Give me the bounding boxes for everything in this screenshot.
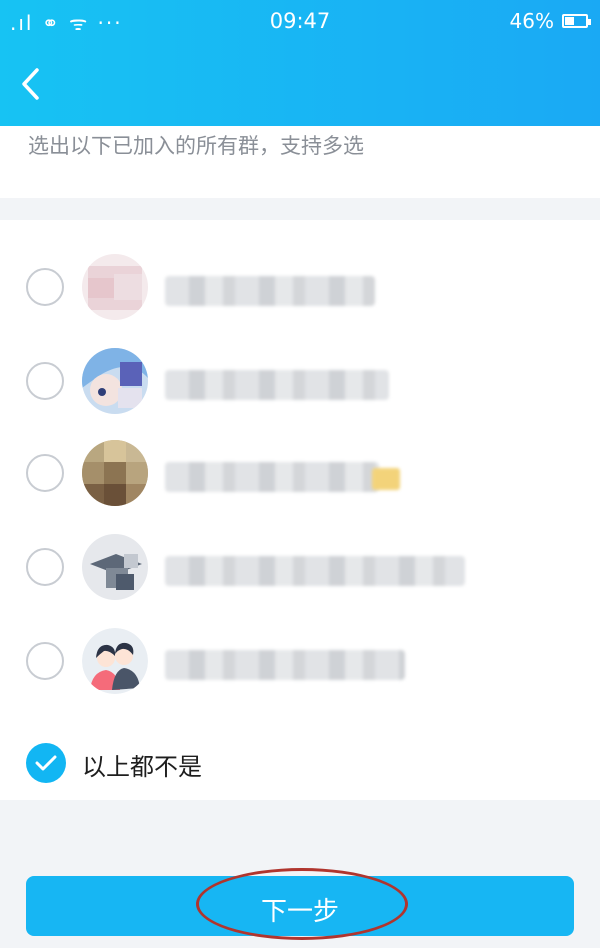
group-name-redacted bbox=[165, 556, 465, 586]
chevron-left-icon bbox=[22, 68, 39, 100]
group-row[interactable] bbox=[0, 248, 600, 328]
none-of-above-option[interactable]: 以上都不是 bbox=[0, 730, 600, 794]
checkmark-icon[interactable] bbox=[26, 743, 66, 783]
group-avatar bbox=[82, 254, 148, 320]
next-step-button[interactable]: 下一步 bbox=[26, 876, 574, 936]
group-name-redacted bbox=[165, 370, 389, 400]
status-bar: .ıl ⚭ ᯤ ··· 09:47 46% bbox=[0, 0, 600, 44]
none-of-above-label: 以上都不是 bbox=[82, 753, 202, 781]
instruction-panel: 选出以下已加入的所有群，支持多选 bbox=[0, 126, 600, 198]
brown-blurred-avatar bbox=[82, 440, 148, 506]
group-row[interactable] bbox=[0, 342, 600, 422]
group-list: 以上都不是 bbox=[0, 220, 600, 800]
radio-button[interactable] bbox=[26, 362, 64, 400]
group-row[interactable] bbox=[0, 622, 600, 702]
radio-button[interactable] bbox=[26, 642, 64, 680]
group-avatar bbox=[82, 440, 148, 506]
instruction-text: 选出以下已加入的所有群，支持多选 bbox=[28, 134, 364, 158]
group-name-redacted bbox=[165, 462, 379, 492]
anime-character-avatar bbox=[82, 348, 148, 414]
radio-button[interactable] bbox=[26, 548, 64, 586]
couple-default-avatar bbox=[82, 628, 148, 694]
radio-button[interactable] bbox=[26, 454, 64, 492]
group-row[interactable] bbox=[0, 528, 600, 608]
battery-icon bbox=[562, 14, 591, 28]
group-name-redacted bbox=[165, 276, 375, 306]
nav-bar bbox=[0, 44, 600, 126]
group-row[interactable] bbox=[0, 434, 600, 514]
radio-button[interactable] bbox=[26, 268, 64, 306]
battery-status: 46% bbox=[509, 9, 591, 33]
group-name-redacted bbox=[165, 650, 405, 680]
battery-percent: 46% bbox=[509, 9, 554, 33]
back-button[interactable] bbox=[12, 64, 48, 104]
pink-blurred-avatar bbox=[82, 254, 148, 320]
gray-graduation-avatar bbox=[82, 534, 148, 600]
group-avatar bbox=[82, 534, 148, 600]
group-avatar bbox=[82, 348, 148, 414]
group-avatar bbox=[82, 628, 148, 694]
emoji-redacted bbox=[372, 468, 400, 490]
